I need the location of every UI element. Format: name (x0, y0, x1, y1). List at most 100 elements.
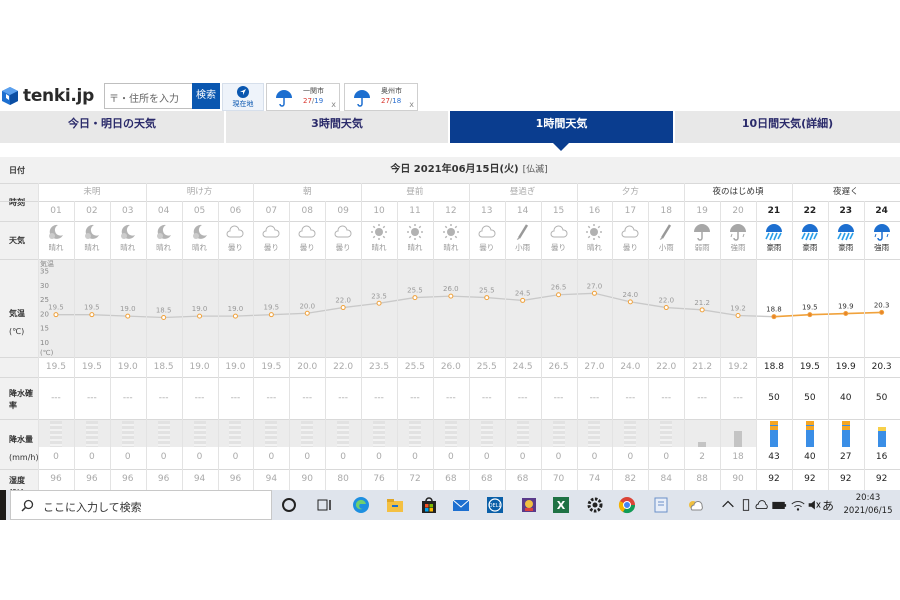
tray-battery-button[interactable] (771, 496, 787, 514)
grid-vline-7 (289, 201, 291, 490)
precip-prob-10: --- (374, 393, 384, 403)
label-date-text1: 日付 (9, 166, 25, 175)
temp-value-22: 19.5 (799, 362, 820, 372)
weather-cell-24: 強雨 (864, 221, 900, 259)
precip-prob-17: --- (625, 393, 636, 403)
hour-20: 20 (732, 206, 744, 216)
hour-11: 11 (409, 206, 421, 216)
taskbar-chrome-button[interactable] (618, 496, 636, 514)
downpour-icon (837, 224, 854, 241)
hour-12: 12 (445, 206, 457, 216)
temp-low: 19 (314, 97, 324, 105)
hour-02: 02 (86, 206, 98, 216)
taskbar-excel-button[interactable]: X (552, 496, 570, 514)
precip-amount-23: 27 (840, 452, 852, 462)
search-button[interactable]: 検索 (192, 83, 220, 109)
temp-point-10 (376, 300, 382, 306)
temp-value-10: 23.5 (369, 362, 390, 372)
tray-cloud-tray-button[interactable] (754, 496, 770, 514)
taskbar-task-view-button[interactable] (316, 496, 334, 514)
label-weather-text1: 天気 (9, 236, 25, 245)
tab-10day[interactable]: 10日間天気(詳細) (675, 111, 900, 143)
taskbar-cortana-button[interactable] (280, 496, 298, 514)
chip-close-button[interactable]: x (331, 100, 336, 109)
tray-chevron-up-button[interactable] (720, 496, 736, 514)
humidity-10: 76 (373, 474, 385, 484)
tab-3hour[interactable]: 3時間天気 (226, 111, 448, 143)
cloud-icon (298, 225, 316, 238)
tray-usb-button[interactable] (738, 496, 754, 514)
temp-label-15: 26.5 (551, 284, 567, 292)
grid-hline-1 (0, 201, 900, 202)
temp-value-04: 18.5 (153, 362, 174, 372)
bar-empty (85, 421, 98, 447)
taskbar-settings-button[interactable] (586, 496, 604, 514)
label-precip-prob: 降水確率(%) (0, 377, 38, 428)
temp-value-20: 19.2 (728, 362, 749, 372)
precip-bar-06 (229, 421, 242, 447)
umbrella-heavy-icon (730, 224, 747, 241)
weather-cell-10: 晴れ (361, 221, 397, 259)
taskbar-game-button[interactable] (520, 496, 538, 514)
temp-label-04: 18.5 (156, 307, 172, 315)
weather-text: 晴れ (443, 243, 459, 252)
precip-amount-12: 0 (447, 452, 454, 462)
precip-prob-09: --- (338, 393, 348, 403)
bar-empty (588, 421, 601, 447)
grid-vline-5 (217, 201, 219, 490)
taskbar-weather-tray-button[interactable] (686, 496, 704, 514)
axis-footer: (℃) (40, 349, 54, 357)
axis-tick-15: 15 (40, 325, 49, 333)
taskbar-notebook-button[interactable] (652, 496, 670, 514)
city-chip-ichinoseki[interactable]: 一関市 27/19 x (266, 83, 340, 111)
temp-value-11: 25.5 (404, 362, 425, 372)
temp-label-23: 19.9 (838, 303, 854, 311)
temp-value-08: 20.0 (297, 362, 318, 372)
taskbar-clock[interactable]: 20:43 2021/06/15 (838, 492, 898, 518)
weather-text: 曇り (227, 243, 243, 252)
city-name: 一関市 (303, 87, 324, 95)
precip-amount-06: 0 (232, 452, 239, 462)
precip-bar-24 (876, 421, 888, 447)
current-location-button[interactable]: 現在地 (222, 83, 264, 111)
taskbar-mail-button[interactable] (452, 496, 470, 514)
city-chip-oshu[interactable]: 奥州市 27/18 x (344, 83, 418, 111)
temp-label-14: 24.5 (515, 289, 531, 297)
store-icon (422, 497, 436, 513)
humidity-08: 90 (301, 474, 313, 484)
bar-mid (841, 421, 850, 425)
taskbar-store-button[interactable] (420, 496, 438, 514)
grid-hline-2 (0, 221, 900, 222)
humidity-19: 88 (696, 474, 708, 484)
label-precip-amount: 降水量 (mm/h) (0, 419, 39, 469)
temp-point-23 (843, 311, 849, 317)
hour-18: 18 (660, 206, 672, 216)
tab-today-tomorrow[interactable]: 今日・明日の天気 (0, 111, 224, 143)
temp-label-24: 20.3 (874, 301, 890, 309)
tray-ime-indicator[interactable]: あ (822, 497, 834, 514)
tab-1hour[interactable]: 1時間天気 (450, 111, 673, 143)
precip-amount-05: 0 (196, 452, 203, 462)
precip-bar-14 (516, 421, 529, 447)
temp-label-01: 19.5 (48, 304, 64, 312)
weather-cell-08: 曇り (289, 221, 325, 259)
hour-08: 08 (301, 206, 313, 216)
taskbar-edge-button[interactable] (352, 496, 370, 514)
taskbar-dell-button[interactable]: DELL (486, 496, 504, 514)
clock-time: 20:43 (855, 493, 881, 503)
tray-volume-button[interactable] (806, 496, 822, 514)
chip-close-button[interactable]: x (409, 100, 414, 109)
chevron-up-icon (722, 500, 734, 508)
tray-wifi-button[interactable] (790, 496, 806, 514)
weather-cell-02: 晴れ (74, 221, 110, 259)
moon-icon (192, 224, 207, 239)
tenki-logo[interactable]: tenki.jp (0, 82, 94, 110)
taskbar-search-box[interactable]: ここに入力して検索 (10, 490, 272, 520)
grid-vline-21 (791, 183, 793, 490)
taskbar-file-explorer-button[interactable] (386, 496, 404, 514)
umbrella-heavy-icon (873, 224, 890, 241)
search-input[interactable]: 〒・住所を入力 (104, 83, 192, 109)
start-button[interactable] (0, 490, 6, 520)
temp-point-03 (125, 313, 131, 319)
humidity-02: 96 (86, 474, 98, 484)
